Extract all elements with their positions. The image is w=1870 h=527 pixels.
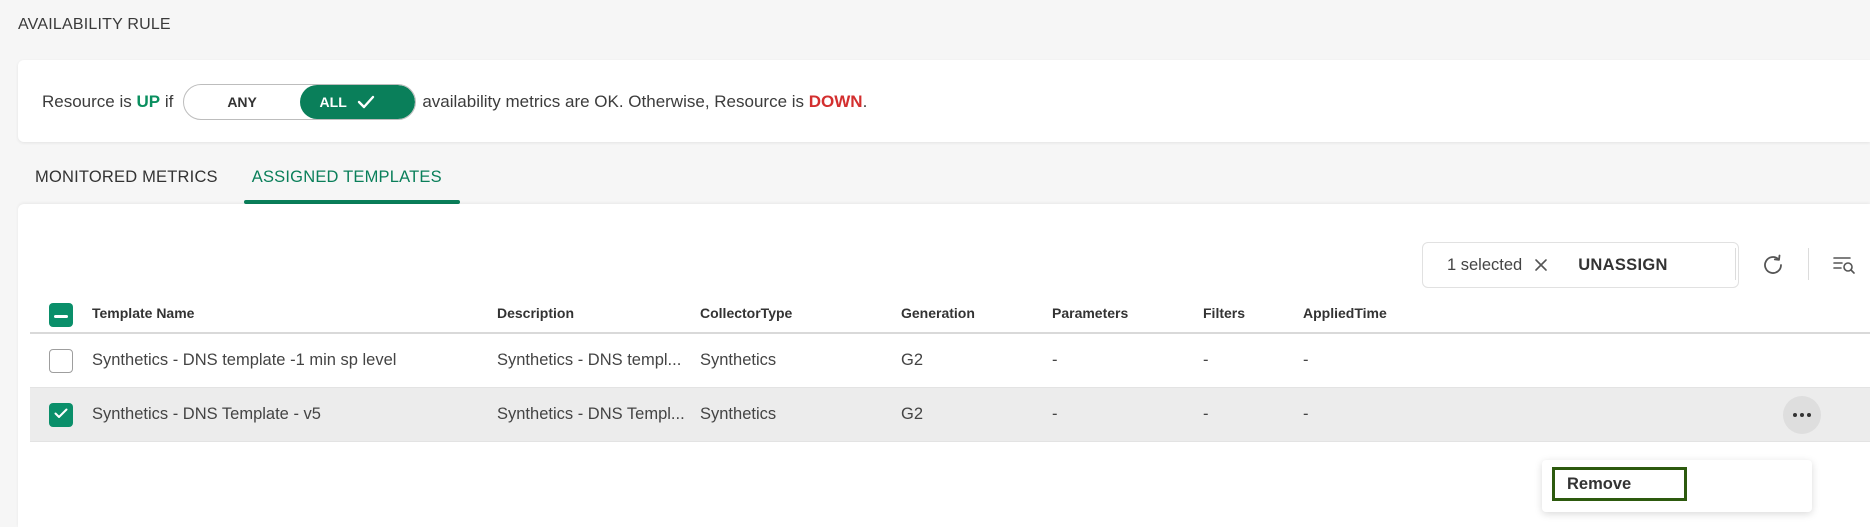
cell-parameters: - bbox=[1052, 405, 1058, 423]
column-header-applied-time[interactable]: AppliedTime bbox=[1303, 305, 1387, 321]
cell-collector-type: Synthetics bbox=[700, 405, 777, 423]
unassign-button[interactable]: UNASSIGN bbox=[1578, 256, 1668, 275]
column-header-parameters[interactable]: Parameters bbox=[1052, 305, 1128, 321]
table-header: Template Name Description CollectorType … bbox=[30, 296, 1870, 334]
remove-menu-item[interactable]: Remove bbox=[1552, 467, 1687, 501]
checkbox-checked-icon bbox=[54, 406, 68, 424]
row-checkbox[interactable] bbox=[49, 349, 73, 373]
cell-filters: - bbox=[1203, 351, 1209, 369]
cell-description: Synthetics - DNS templ... bbox=[497, 351, 682, 369]
toggle-all-option[interactable]: ALL bbox=[299, 85, 416, 119]
cell-applied-time: - bbox=[1303, 405, 1309, 423]
cell-generation: G2 bbox=[901, 351, 924, 369]
row-checkbox[interactable] bbox=[49, 403, 73, 427]
cell-generation: G2 bbox=[901, 405, 924, 423]
any-all-toggle[interactable]: ANY ALL bbox=[183, 84, 417, 120]
selection-bar: 1 selected UNASSIGN bbox=[1422, 242, 1739, 288]
availability-rule-card: Resource is UP if ANY ALL availability m… bbox=[18, 60, 1870, 142]
rule-sentence: Resource is UP if ANY ALL availability m… bbox=[42, 84, 867, 120]
toolbar-divider bbox=[1808, 248, 1809, 280]
cell-description: Synthetics - DNS Templ... bbox=[497, 405, 685, 423]
templates-table: Template Name Description CollectorType … bbox=[30, 296, 1870, 442]
check-icon bbox=[357, 85, 396, 119]
column-header-filters[interactable]: Filters bbox=[1203, 305, 1245, 321]
rule-suffix: . bbox=[862, 92, 868, 111]
toggle-all-label: ALL bbox=[319, 94, 347, 110]
tab-assigned-templates[interactable]: ASSIGNED TEMPLATES bbox=[235, 162, 460, 204]
tab-monitored-metrics[interactable]: MONITORED METRICS bbox=[18, 162, 235, 204]
cell-parameters: - bbox=[1052, 351, 1058, 369]
section-title: AVAILABILITY RULE bbox=[18, 16, 171, 33]
cell-template-name: Synthetics - DNS Template - v5 bbox=[92, 405, 321, 423]
close-icon[interactable] bbox=[1534, 258, 1548, 272]
filter-search-icon[interactable] bbox=[1830, 250, 1858, 278]
refresh-icon[interactable] bbox=[1758, 250, 1788, 280]
more-horizontal-icon[interactable] bbox=[1783, 396, 1821, 434]
table-row[interactable]: Synthetics - DNS template -1 min sp leve… bbox=[30, 334, 1870, 388]
cell-collector-type: Synthetics bbox=[700, 351, 777, 369]
column-header-collector-type[interactable]: CollectorType bbox=[700, 305, 792, 321]
rule-middle-text: availability metrics are OK. Otherwise, … bbox=[422, 92, 809, 111]
tab-bar: MONITORED METRICS ASSIGNED TEMPLATES bbox=[18, 162, 460, 204]
toolbar-divider bbox=[1735, 248, 1736, 280]
selected-count: 1 selected bbox=[1447, 255, 1523, 274]
select-all-checkbox[interactable] bbox=[49, 303, 73, 327]
checkbox-indeterminate-icon bbox=[54, 306, 68, 324]
cell-filters: - bbox=[1203, 405, 1209, 423]
status-up-label: UP bbox=[136, 92, 161, 111]
column-header-generation[interactable]: Generation bbox=[901, 305, 975, 321]
column-header-description[interactable]: Description bbox=[497, 305, 574, 321]
table-row[interactable]: Synthetics - DNS Template - v5 Synthetic… bbox=[30, 388, 1870, 442]
rule-prefix: Resource is bbox=[42, 92, 137, 111]
status-down-label: DOWN bbox=[808, 92, 863, 111]
rule-if-text: if bbox=[160, 92, 174, 111]
column-header-template-name[interactable]: Template Name bbox=[92, 305, 194, 321]
row-context-menu: Remove bbox=[1542, 460, 1812, 512]
cell-applied-time: - bbox=[1303, 351, 1309, 369]
toggle-any-label: ANY bbox=[227, 94, 257, 110]
cell-template-name: Synthetics - DNS template -1 min sp leve… bbox=[92, 351, 397, 369]
toggle-any-option[interactable]: ANY bbox=[184, 85, 300, 119]
